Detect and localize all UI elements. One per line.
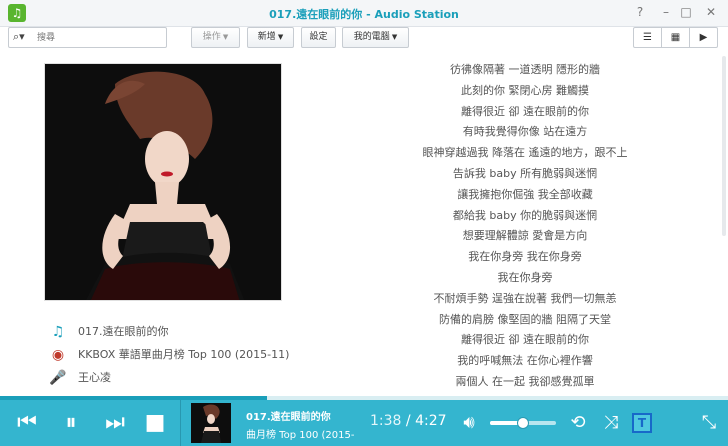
my-computer-button[interactable]: 我的電腦 ▼ (342, 27, 409, 48)
album-cover-art (45, 64, 281, 300)
disc-icon: ◉ (51, 347, 65, 363)
skip-previous-icon[interactable]: ⏮ (10, 406, 44, 440)
search-box[interactable]: ⌕▾ (8, 27, 167, 48)
time-separator: / (401, 413, 416, 429)
lyric-line: 有時我覺得你像 站在遠方 (462, 125, 588, 139)
lyric-line: 離得很近 卻 遠在眼前的你 (461, 104, 589, 118)
help-button[interactable]: ? (633, 5, 647, 19)
lyrics-panel: 彷彿像隔著 一道透明 隱形的牆 此刻的你 緊閉心房 難觸摸 離得很近 卻 遠在眼… (400, 60, 650, 393)
close-button[interactable]: ✕ (704, 5, 718, 19)
artist-row: 🎤 王心凌 (48, 369, 111, 387)
artist-name[interactable]: 王心凌 (78, 371, 111, 384)
lyric-line: 想要理解體諒 愛會是方向 (462, 229, 588, 243)
add-button[interactable]: 新增 ▼ (247, 27, 294, 48)
shuffle-icon[interactable]: ⤨ (598, 410, 624, 436)
action-button[interactable]: 操作 ▼ (191, 27, 240, 48)
volume-knob[interactable] (517, 417, 529, 429)
maximize-button[interactable]: □ (679, 5, 693, 19)
stop-icon[interactable]: ■ (138, 406, 172, 440)
volume-slider[interactable] (490, 417, 556, 429)
lyric-line: 不耐煩手勢 逞強在說著 我們一切無恙 (433, 291, 617, 305)
mini-album-cover[interactable] (191, 403, 231, 443)
pause-icon[interactable]: ⏸ (54, 406, 88, 440)
lyric-line: 我在你身旁 我在你身旁 (468, 250, 582, 264)
settings-button[interactable]: 設定 (301, 27, 336, 48)
settings-label: 設定 (309, 32, 328, 42)
action-label: 操作 (202, 32, 221, 42)
album-name[interactable]: KKBOX 華語單曲月榜 Top 100 (2015-11) (78, 348, 289, 361)
current-time: 1:38 (370, 413, 402, 429)
title-app: Audio Station (374, 8, 459, 21)
repeat-icon[interactable]: ⟲ (565, 410, 591, 436)
chevron-down-icon: ▼ (277, 33, 284, 41)
title-song: 017.遠在眼前的你 (269, 8, 363, 21)
microphone-icon: 🎤 (49, 370, 67, 386)
skip-next-icon[interactable]: ⏭ (98, 406, 132, 440)
lyric-line: 我的呼喊無法 在你心裡作響 (457, 354, 593, 368)
search-icon[interactable]: ⌕▾ (13, 30, 25, 44)
title-bar: ♫ 017.遠在眼前的你 - Audio Station ? – □ ✕ (0, 0, 728, 27)
lyric-line: 兩個人 在一起 我卻感覺孤單 (455, 374, 595, 388)
title-separator: - (362, 8, 375, 21)
lyric-line: 都給我 baby 你的脆弱與迷惘 (452, 208, 598, 222)
view-mode-group: ☰ ▦ ▶ (633, 27, 718, 48)
collapse-icon[interactable]: ⤡ (696, 410, 722, 436)
song-title: 017.遠在眼前的你 (78, 325, 169, 338)
time-display: 1:38 / 4:27 (370, 413, 447, 429)
minimize-button[interactable]: – (659, 5, 673, 19)
lyric-line: 讓我擁抱你倔強 我全部收藏 (457, 187, 593, 201)
album-cover (44, 63, 282, 301)
grid-view-icon[interactable]: ▦ (662, 28, 690, 47)
my-computer-label: 我的電腦 (353, 32, 390, 42)
now-playing-title: 017.遠在眼前的你 (246, 412, 331, 423)
search-input[interactable] (37, 30, 162, 45)
lyric-line: 彷彿像隔著 一道透明 隱形的牆 (450, 63, 600, 76)
player-divider (180, 400, 181, 446)
lyrics-scrollbar[interactable] (722, 56, 726, 236)
lyric-line: 我在你身旁 (497, 270, 553, 284)
play-view-icon[interactable]: ▶ (690, 28, 717, 47)
album-row: ◉ KKBOX 華語單曲月榜 Top 100 (2015-11) (48, 346, 289, 364)
music-note-icon: ♫ (51, 324, 65, 340)
chevron-down-icon: ▼ (222, 33, 229, 41)
list-view-icon[interactable]: ☰ (634, 28, 662, 47)
lyric-line: 眼神穿越過我 降落在 遙遠的地方，跟不上 (422, 146, 628, 160)
lyric-line: 離得很近 卻 遠在眼前的你 (461, 333, 589, 347)
lyric-line: 此刻的你 緊閉心房 難觸摸 (461, 83, 589, 97)
add-label: 新增 (257, 32, 276, 42)
chevron-down-icon: ▼ (391, 33, 398, 41)
now-playing-subtitle: 曲月榜 Top 100 (2015- (246, 430, 355, 441)
audio-station-window: ♫ 017.遠在眼前的你 - Audio Station ? – □ ✕ ⌕▾ … (0, 0, 728, 446)
lyrics-icon[interactable]: T (632, 413, 652, 433)
song-title-row: ♫ 017.遠在眼前的你 (48, 323, 169, 341)
lyric-line: 告訴我 baby 所有脆弱與迷惘 (452, 166, 598, 180)
lyric-line: 防備的肩膀 像堅固的牆 阻隔了天堂 (439, 312, 611, 326)
toolbar: ⌕▾ 操作▼ 新增▼ 設定 我的電腦▼ ☰ ▦ ▶ (0, 27, 728, 53)
player-bar: ⏮ ⏸ ⏭ ■ 017.遠在眼前的你 曲月榜 Top 100 (2015- 1:… (0, 400, 728, 446)
speaker-icon[interactable]: 🔊︎ (456, 410, 482, 436)
window-title: 017.遠在眼前的你 - Audio Station (0, 6, 728, 22)
mini-cover-art (191, 403, 231, 443)
total-time: 4:27 (415, 413, 447, 429)
